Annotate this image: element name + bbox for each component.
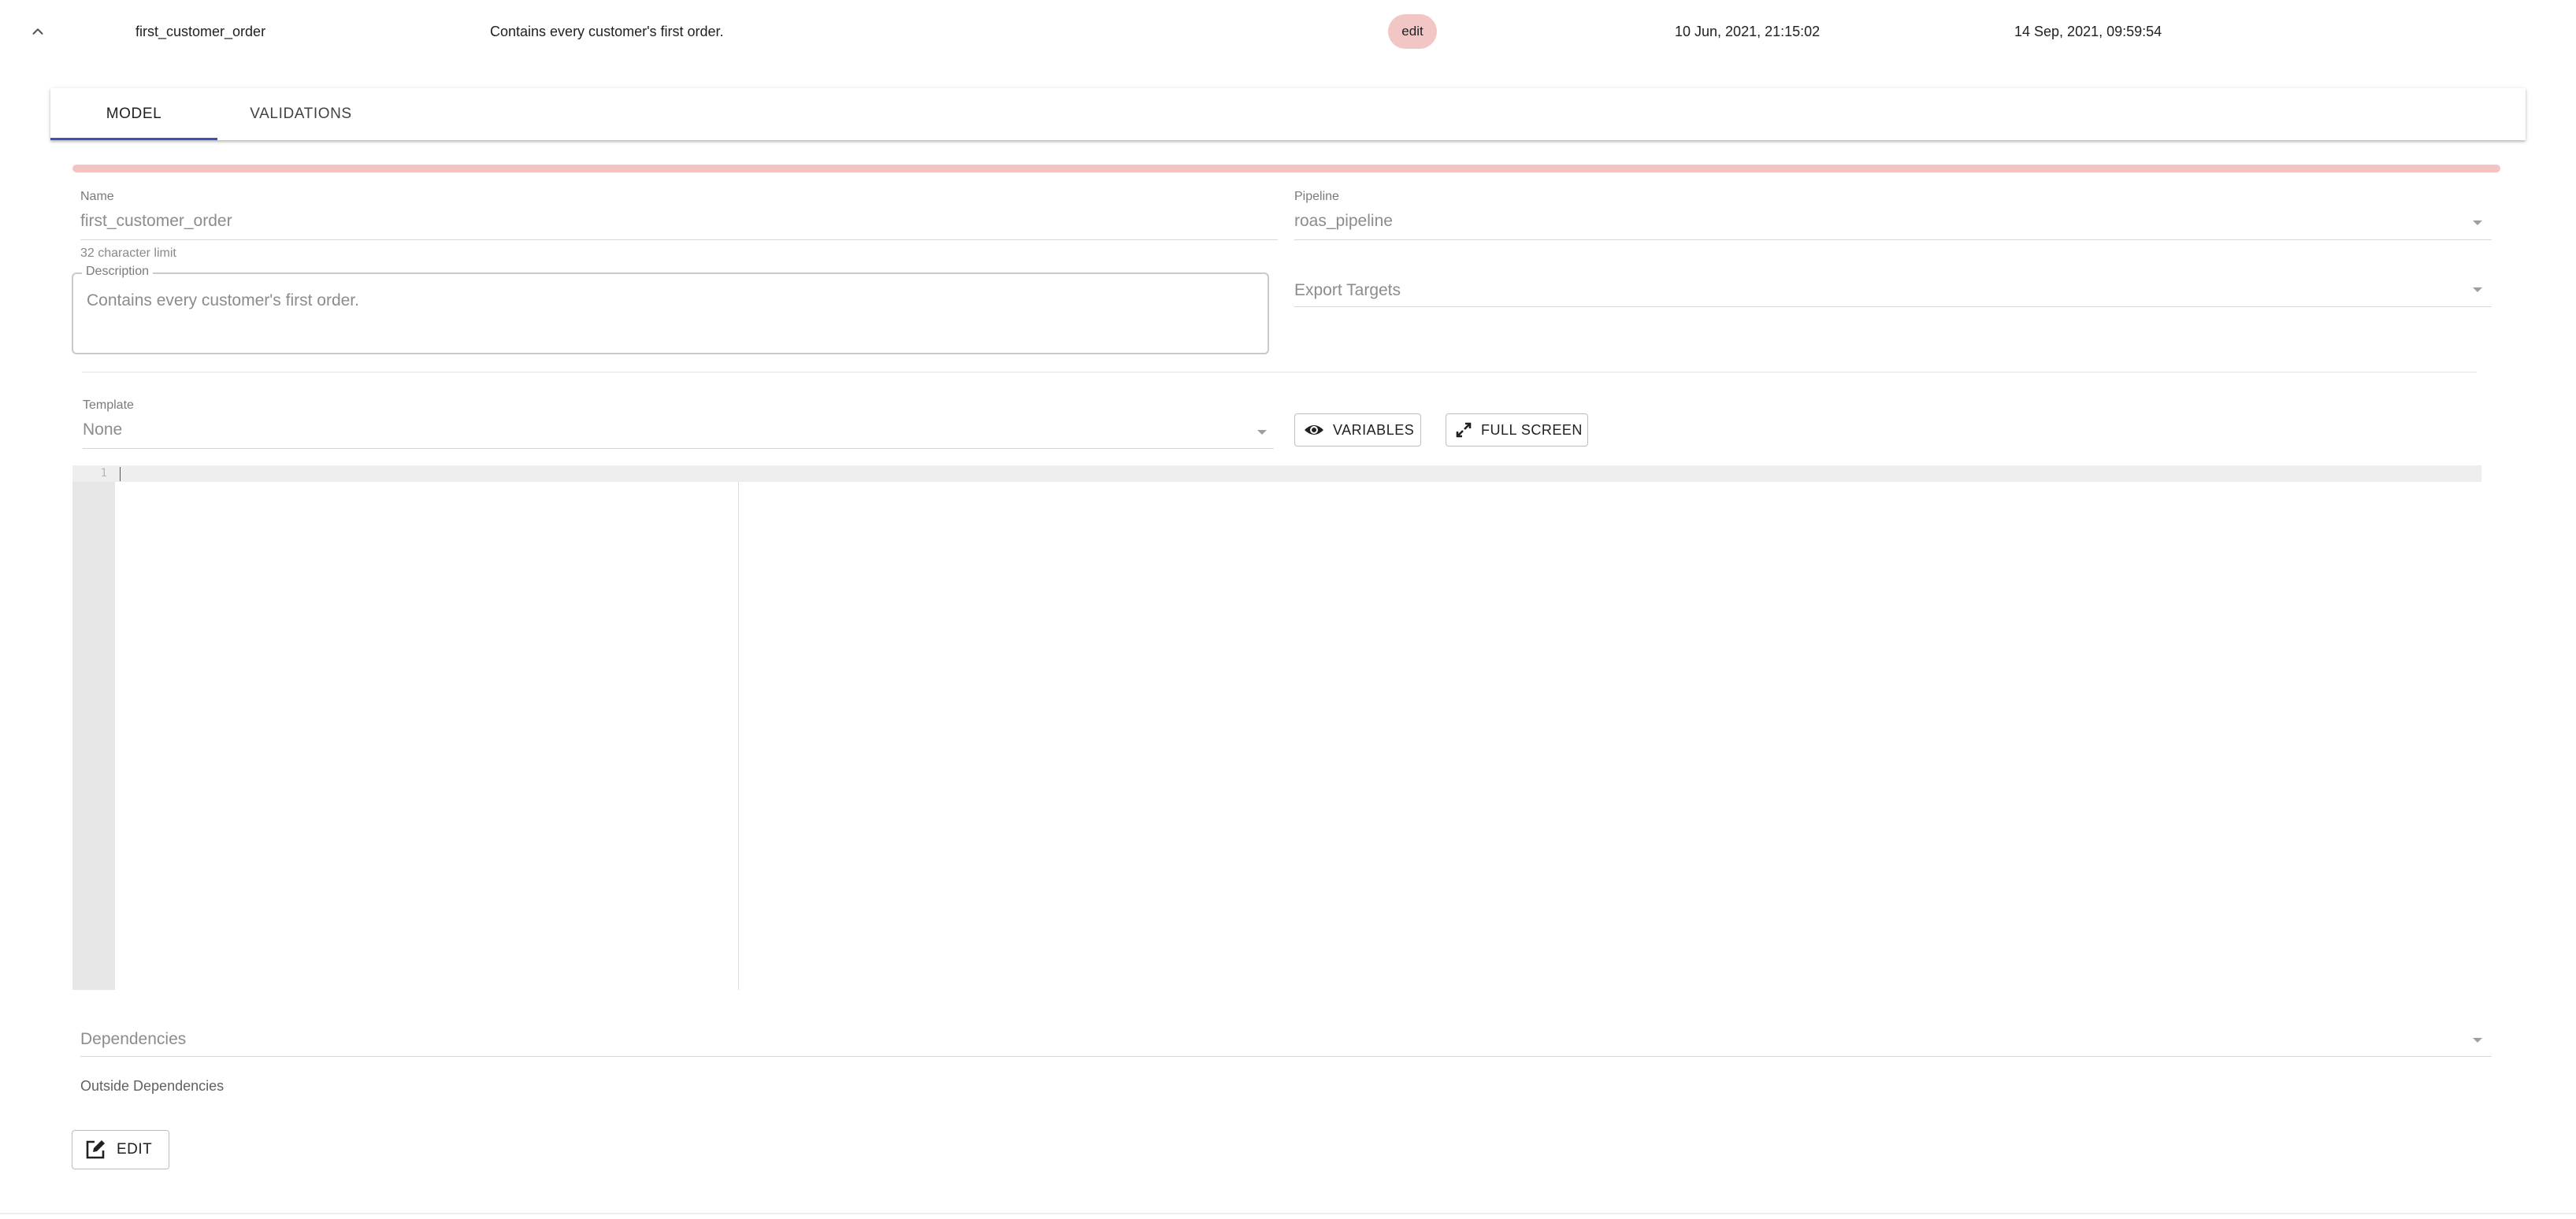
variables-button-label: VARIABLES [1333,421,1415,438]
tab-bar: MODEL VALIDATIONS [50,88,2526,140]
collapse-row-button[interactable] [22,16,54,47]
export-targets-select[interactable]: Export Targets [1294,281,1401,300]
status-badge: edit [1388,14,1437,49]
pipeline-select[interactable]: roas_pipeline [1294,212,1393,231]
pipeline-field-underline [1294,239,2492,240]
eye-icon [1303,422,1325,438]
template-dropdown-icon[interactable] [1257,430,1267,435]
expand-icon [1454,421,1473,439]
name-character-limit: 32 character limit [80,246,176,260]
description-field[interactable] [72,272,1269,354]
editor-cursor [120,467,121,481]
chevron-up-icon [32,28,43,35]
tab-model[interactable]: MODEL [50,88,217,140]
full-screen-button[interactable]: FULL SCREEN [1446,413,1588,446]
export-targets-dropdown-icon[interactable] [2473,287,2482,292]
editor-line-number: 1 [100,467,107,480]
template-field-label: Template [83,398,134,412]
row-model-description: Contains every customer's first order. [490,23,724,39]
name-field[interactable]: first_customer_order [80,212,232,231]
row-bottom-divider [0,1213,2576,1214]
error-progress-bar [72,165,2500,172]
pipeline-field-label: Pipeline [1294,190,1339,203]
active-tab-indicator [50,138,217,140]
template-field-underline [83,448,1274,449]
dependencies-underline [80,1056,2492,1057]
full-screen-button-label: FULL SCREEN [1481,421,1583,438]
dependencies-dropdown-icon[interactable] [2473,1038,2482,1043]
edit-button[interactable]: EDIT [72,1130,169,1169]
pipeline-dropdown-icon[interactable] [2473,220,2482,225]
model-row-header: first_customer_order Contains every cust… [0,0,2576,63]
description-field-label: Description [82,265,154,279]
row-created-timestamp: 10 Jun, 2021, 21:15:02 [1675,23,1821,39]
row-model-name: first_customer_order [135,23,266,39]
sql-code-editor[interactable]: 1 [72,465,2481,990]
variables-button[interactable]: VARIABLES [1294,413,1421,446]
name-field-label: Name [80,190,114,203]
edit-button-label: EDIT [117,1141,153,1158]
edit-icon [84,1138,107,1162]
name-field-underline [80,239,1278,240]
editor-gutter [72,465,115,990]
row-updated-timestamp: 14 Sep, 2021, 09:59:54 [2014,23,2162,39]
outside-dependencies-label: Outside Dependencies [80,1078,225,1094]
export-targets-underline [1294,306,2492,307]
description-field-value: Contains every customer's first order. [87,291,359,309]
template-select[interactable]: None [83,421,122,439]
editor-print-margin [738,482,739,990]
dependencies-select[interactable]: Dependencies [80,1030,186,1049]
editor-active-line [72,465,2481,482]
tab-validations[interactable]: VALIDATIONS [217,88,384,140]
